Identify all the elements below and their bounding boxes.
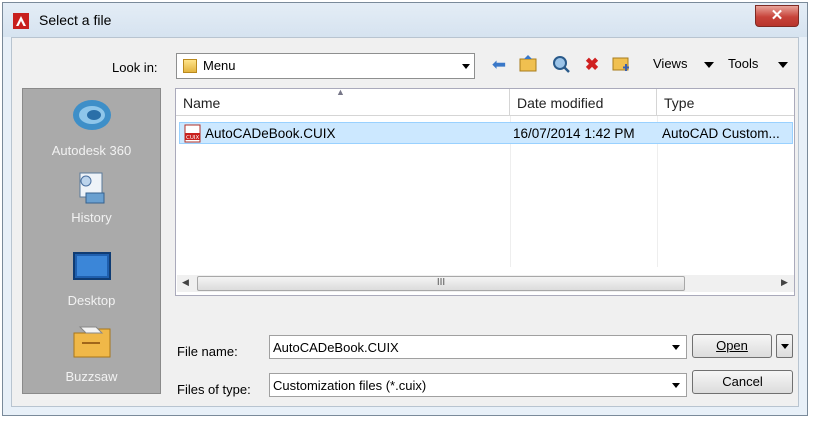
tools-menu[interactable]: Tools	[728, 56, 758, 71]
filename-label: File name:	[177, 344, 238, 359]
views-dropdown-icon[interactable]	[704, 62, 714, 68]
close-icon: ✕	[770, 7, 784, 24]
select-file-dialog: Select a file ✕ Look in: Menu ⬅ ✖ Views …	[2, 2, 808, 416]
open-label: Open	[716, 338, 748, 353]
place-buzzsaw[interactable]: Buzzsaw	[23, 323, 160, 384]
filetype-value: Customization files (*.cuix)	[273, 378, 427, 393]
tools-dropdown-icon[interactable]	[778, 62, 788, 68]
open-options-button[interactable]	[776, 334, 793, 358]
search-web-icon[interactable]	[550, 54, 572, 76]
dialog-title: Select a file	[39, 12, 112, 28]
scrollbar-thumb[interactable]: III	[197, 276, 685, 291]
file-name: AutoCADeBook.CUIX	[205, 126, 336, 141]
column-header-type[interactable]: Type	[657, 89, 794, 116]
scroll-right-icon[interactable]: ▶	[781, 277, 788, 288]
history-icon	[79, 172, 104, 204]
file-row[interactable]: CUIX AutoCADeBook.CUIX 16/07/2014 1:42 P…	[179, 122, 793, 144]
chevron-down-icon[interactable]	[672, 383, 680, 388]
chevron-down-icon	[781, 344, 789, 349]
file-list: ▲ Name Date modified Type CUIX AutoCADeB…	[175, 87, 795, 296]
scroll-left-icon[interactable]: ◀	[182, 277, 189, 288]
views-menu[interactable]: Views	[653, 56, 687, 71]
places-bar: Autodesk 360 History Desktop Buzzsaw	[22, 88, 161, 394]
place-label: Autodesk 360	[51, 143, 132, 158]
column-label: Type	[664, 95, 695, 111]
place-history[interactable]: History	[23, 171, 160, 225]
place-autodesk-360[interactable]: Autodesk 360	[23, 97, 160, 158]
column-header-date[interactable]: Date modified	[510, 89, 657, 116]
horizontal-scrollbar[interactable]: ◀ III ▶	[177, 275, 794, 292]
desktop-icon	[72, 252, 111, 280]
autocad-app-icon	[13, 13, 29, 29]
place-label: History	[71, 210, 112, 225]
new-folder-icon[interactable]	[610, 54, 632, 76]
delete-icon[interactable]: ✖	[581, 54, 603, 76]
filetype-select[interactable]: Customization files (*.cuix)	[269, 373, 687, 397]
column-label: Name	[183, 95, 221, 111]
place-label: Desktop	[67, 293, 116, 308]
open-button[interactable]: Open	[692, 334, 772, 358]
file-date: 16/07/2014 1:42 PM	[513, 126, 635, 141]
grip-icon: III	[436, 277, 446, 288]
sort-ascending-icon: ▲	[336, 87, 345, 97]
title-bar: Select a file ✕	[3, 3, 807, 37]
close-button[interactable]: ✕	[755, 5, 799, 27]
place-label: Buzzsaw	[65, 369, 118, 384]
chevron-down-icon[interactable]	[672, 345, 680, 350]
back-arrow-icon[interactable]: ⬅	[488, 54, 510, 76]
cuix-file-icon: CUIX	[184, 124, 201, 143]
chevron-down-icon	[462, 64, 470, 69]
filename-input[interactable]: AutoCADeBook.CUIX	[269, 335, 687, 359]
cancel-button[interactable]: Cancel	[692, 370, 793, 394]
lookin-label: Look in:	[112, 60, 158, 75]
dialog-body: Look in: Menu ⬅ ✖ Views Tools Autodesk 3…	[11, 37, 799, 407]
column-header-name[interactable]: ▲ Name	[176, 87, 510, 116]
up-folder-icon[interactable]	[517, 54, 539, 76]
filetype-label: Files of type:	[177, 382, 251, 397]
place-desktop[interactable]: Desktop	[23, 249, 160, 308]
autodesk-360-icon	[72, 100, 111, 130]
file-type: AutoCAD Custom...	[662, 126, 780, 141]
buzzsaw-icon	[73, 326, 110, 358]
folder-icon	[183, 59, 197, 73]
lookin-dropdown[interactable]: Menu	[176, 53, 475, 79]
filename-value: AutoCADeBook.CUIX	[273, 340, 399, 355]
column-label: Date modified	[517, 95, 604, 111]
cancel-label: Cancel	[722, 374, 763, 389]
svg-text:CUIX: CUIX	[186, 135, 199, 141]
lookin-value: Menu	[203, 58, 236, 73]
